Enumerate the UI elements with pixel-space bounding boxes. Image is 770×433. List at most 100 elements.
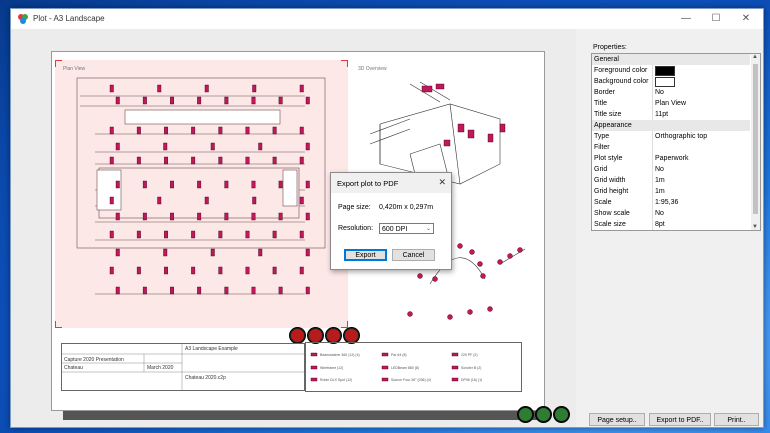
properties-label: Properties: <box>593 44 627 51</box>
property-row[interactable]: Title size 11pt <box>592 109 750 120</box>
property-value[interactable]: Paperwork <box>655 153 688 164</box>
print-button[interactable]: Print.. <box>714 413 759 426</box>
property-row[interactable]: Plot style Paperwork <box>592 153 750 164</box>
fixture-symbol <box>218 126 223 135</box>
property-name: Foreground color <box>594 67 648 74</box>
cancel-button[interactable]: Cancel <box>392 249 435 261</box>
property-value[interactable]: No <box>655 87 664 98</box>
export-button[interactable]: Export <box>344 249 387 261</box>
fixture-symbol <box>305 96 310 105</box>
column-divider <box>652 175 653 186</box>
property-name: Plot style <box>594 155 623 162</box>
fixture-symbol <box>170 180 175 189</box>
fixture-symbol <box>191 230 196 239</box>
view-menu-icon[interactable] <box>554 407 569 422</box>
property-value[interactable]: Orthographic top <box>655 131 707 142</box>
color-swatch[interactable] <box>655 77 675 87</box>
property-value[interactable]: No <box>655 164 664 175</box>
property-name: Grid width <box>594 177 626 184</box>
rotate-view-icon[interactable] <box>518 407 533 422</box>
zoom-in-tool-icon[interactable] <box>308 328 323 343</box>
close-button[interactable]: ✕ <box>731 9 761 29</box>
plan-view[interactable]: Plan View <box>55 60 348 328</box>
property-row[interactable]: Scale 1:95,36 <box>592 197 750 208</box>
fixture-symbol <box>170 212 175 221</box>
column-divider <box>652 131 653 142</box>
property-row[interactable]: Scale size 8pt <box>592 219 750 230</box>
fixture-symbol <box>115 212 120 221</box>
dialog-body: Page size: 0,420m x 0,297m Resolution: 6… <box>331 193 451 269</box>
legend-item: Source Four 26° (036) (4) <box>391 378 431 382</box>
title-bar[interactable]: Plot - A3 Landscape — ☐ ✕ <box>11 9 763 29</box>
property-value[interactable]: 1m <box>655 186 665 197</box>
properties-grid[interactable]: Scale size 8pt Show scale No Scale 1:95,36 Gri… <box>591 53 761 231</box>
fixture-symbol <box>252 84 257 93</box>
column-divider <box>652 76 653 87</box>
resolution-selected-value: 600 DPI <box>382 226 408 233</box>
property-category[interactable]: General <box>592 54 750 65</box>
plot-canvas[interactable]: Plan View 3D Overview Capture 2020 Prese… <box>11 29 576 427</box>
swap-view-icon[interactable] <box>536 407 551 422</box>
property-row[interactable]: Filter <box>592 142 750 153</box>
resolution-label: Resolution: <box>338 225 374 232</box>
zoom-fit-tool-icon[interactable] <box>344 328 359 343</box>
fixture-symbol <box>164 230 169 239</box>
property-value[interactable]: 1m <box>655 175 665 186</box>
property-value[interactable]: No <box>655 208 664 219</box>
fixture-symbol <box>142 212 147 221</box>
page-setup-button[interactable]: Page setup.. <box>589 413 645 426</box>
column-divider <box>652 164 653 175</box>
property-name: Scale size <box>594 221 626 228</box>
fixture-symbol <box>272 156 277 165</box>
property-row[interactable]: Foreground color <box>592 65 750 76</box>
export-to-pdf-button[interactable]: Export to PDF.. <box>649 413 711 426</box>
fixture-symbol <box>299 230 304 239</box>
scroll-thumb[interactable] <box>753 64 758 214</box>
fixture-symbol <box>115 142 120 151</box>
property-row[interactable]: Border No <box>592 87 750 98</box>
property-value[interactable]: Plan View <box>655 98 686 109</box>
plot-date: March 2020 <box>147 365 174 371</box>
fixture-symbol <box>197 180 202 189</box>
fixture-symbol <box>258 142 263 151</box>
fixture-symbol <box>170 96 175 105</box>
property-value[interactable]: 11pt <box>655 109 668 120</box>
fixture-symbol <box>164 156 169 165</box>
fixture-symbol <box>115 248 120 257</box>
zoom-out-tool-icon[interactable] <box>326 328 341 343</box>
property-row[interactable]: Title Plan View <box>592 98 750 109</box>
fixture-symbol <box>278 212 283 221</box>
property-row[interactable]: Background color <box>592 76 750 87</box>
property-row[interactable]: Grid height 1m <box>592 186 750 197</box>
property-value[interactable]: 8pt <box>655 219 665 230</box>
resolution-select[interactable]: 600 DPI ⌄ <box>379 223 434 234</box>
fixture-symbol <box>278 286 283 295</box>
fixture-symbol <box>305 212 310 221</box>
properties-scrollbar[interactable]: ▲ ▼ <box>751 54 760 230</box>
project-file: Chateau 2020.c2p <box>185 375 226 381</box>
scroll-down-icon[interactable]: ▼ <box>752 224 758 230</box>
fixture-symbol <box>204 84 209 93</box>
chevron-down-icon: ⌄ <box>425 226 431 232</box>
fixture-symbol <box>109 196 114 205</box>
title-block[interactable]: Capture 2020 Presentation Chateau March … <box>61 343 305 391</box>
fixture-symbol <box>224 96 229 105</box>
property-row[interactable]: Grid width 1m <box>592 175 750 186</box>
property-row[interactable]: Grid No <box>592 164 750 175</box>
property-name: Type <box>594 133 610 140</box>
property-row[interactable]: Type Orthographic top <box>592 131 750 142</box>
color-swatch[interactable] <box>655 66 675 76</box>
minimize-button[interactable]: — <box>671 9 701 29</box>
fixture-symbol <box>218 266 223 275</box>
dialog-title: Export plot to PDF <box>337 179 399 188</box>
pan-tool-icon[interactable] <box>290 328 305 343</box>
dialog-close-icon[interactable]: ✕ <box>438 177 446 188</box>
property-row[interactable]: Show scale No <box>592 208 750 219</box>
fixture-symbol <box>164 126 169 135</box>
property-value[interactable]: 1:95,36 <box>655 197 678 208</box>
scroll-up-icon[interactable]: ▲ <box>752 54 758 60</box>
fixture-symbol <box>305 180 310 189</box>
maximize-button[interactable]: ☐ <box>701 9 731 29</box>
fixture-symbol <box>218 230 223 239</box>
property-category[interactable]: Appearance <box>592 120 750 131</box>
